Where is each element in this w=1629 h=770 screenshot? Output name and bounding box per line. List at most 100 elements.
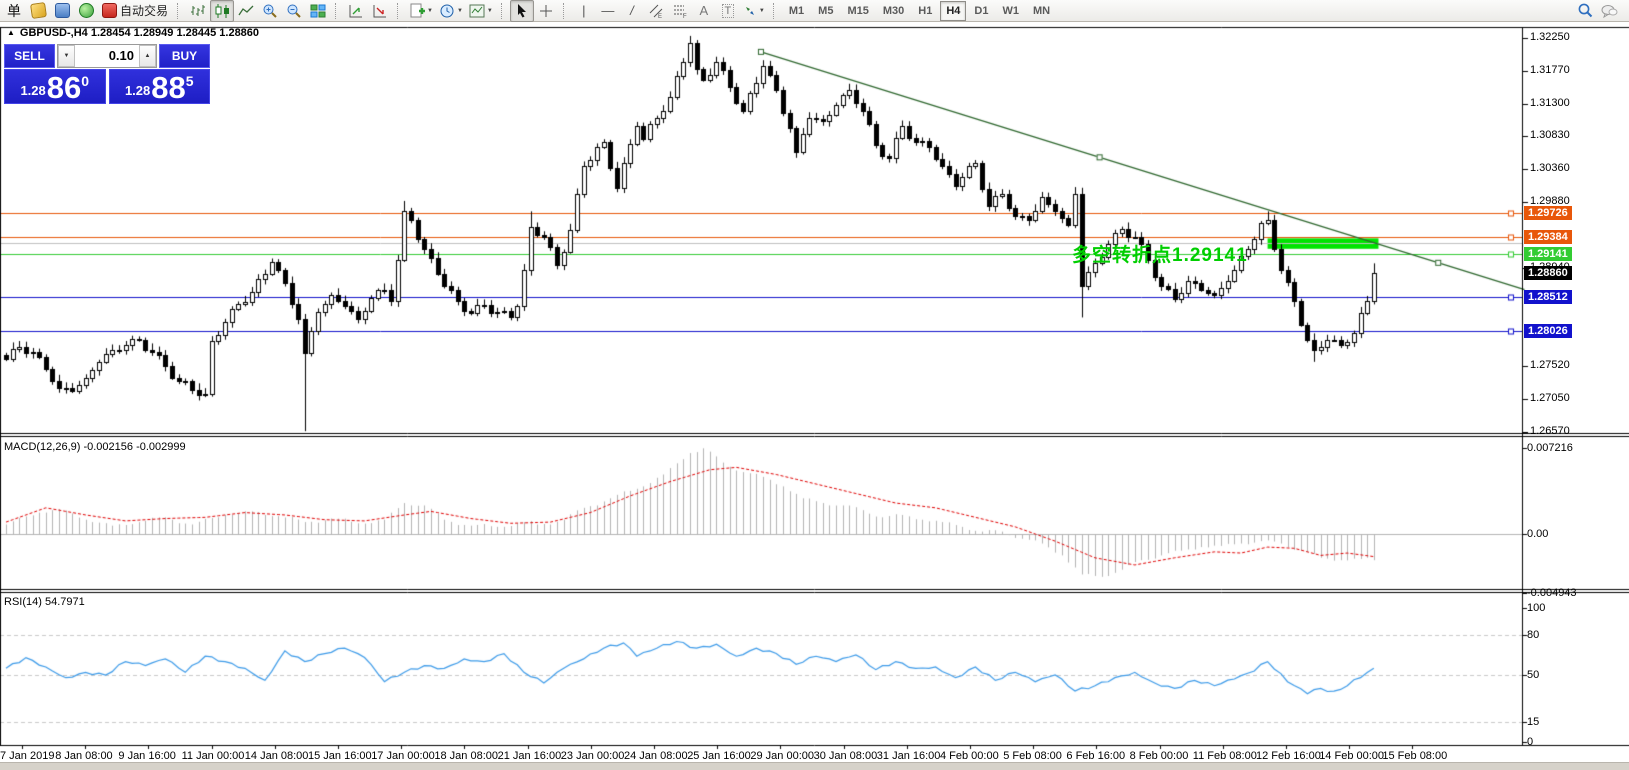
tab-timeframe-W1[interactable]: W1 <box>996 1 1025 21</box>
auto-trading-button[interactable]: 自动交易 <box>98 0 172 22</box>
period-button[interactable]: ▼ <box>436 0 466 22</box>
toolbar-separator <box>177 3 181 19</box>
volume-input[interactable]: 0.10 <box>75 45 139 67</box>
tab-timeframe-M1[interactable]: M1 <box>783 1 810 21</box>
price-line-badge: 1.28860 <box>1524 266 1572 280</box>
price-axis-tick: 1.26570 <box>1530 425 1570 437</box>
svg-text:E: E <box>658 14 662 19</box>
crosshair-icon[interactable] <box>534 0 558 22</box>
period-icon <box>439 3 455 19</box>
toolbar-separator <box>397 3 401 19</box>
rsi-label: RSI(14) 54.7971 <box>4 596 85 608</box>
price-axis-tick: 1.31300 <box>1530 97 1570 109</box>
rsi-axis-tick: 15 <box>1527 716 1539 728</box>
new-chart-button[interactable]: ▼ <box>406 0 436 22</box>
indicator-hide-icon[interactable] <box>368 0 392 22</box>
time-axis-label: 30 Jan 08:00 <box>814 750 878 762</box>
time-axis-label: 7 Jan 2019 <box>0 750 54 762</box>
chevron-down-icon: ▼ <box>487 8 493 14</box>
time-axis-label: 14 Jan 08:00 <box>245 750 309 762</box>
cursor-icon[interactable] <box>510 0 534 22</box>
time-axis-label: 31 Jan 16:00 <box>877 750 941 762</box>
time-axis-label: 25 Jan 16:00 <box>687 750 751 762</box>
toolbar: 单 自动交易 ▼ <box>0 0 1629 22</box>
tile-windows-icon[interactable] <box>306 0 330 22</box>
auto-trading-label: 自动交易 <box>120 2 168 19</box>
tab-timeframe-H1[interactable]: H1 <box>912 1 938 21</box>
chevron-down-icon: ▼ <box>427 8 433 14</box>
candles-chart-icon[interactable] <box>210 0 234 22</box>
line-chart-icon[interactable] <box>234 0 258 22</box>
tab-timeframe-D1[interactable]: D1 <box>968 1 994 21</box>
label-icon[interactable]: T <box>716 0 740 22</box>
toolbar-separator <box>773 3 777 19</box>
time-axis-label: 8 Jan 08:00 <box>55 750 113 762</box>
time-axis-label: 8 Feb 00:00 <box>1130 750 1189 762</box>
macd-label: MACD(12,26,9) -0.002156 -0.002999 <box>4 441 186 453</box>
buy-price[interactable]: 1.28 88 5 <box>109 69 211 104</box>
channel-icon[interactable]: E <box>644 0 668 22</box>
template-button[interactable]: ▼ <box>466 0 496 22</box>
sell-price-big: 86 <box>47 73 81 102</box>
macd-axis-tick: 0.007216 <box>1527 442 1573 454</box>
chat-icon[interactable] <box>1597 0 1621 22</box>
search-icon[interactable] <box>1573 0 1597 22</box>
trendline-icon[interactable]: / <box>620 0 644 22</box>
macd-axis-tick: -0.004943 <box>1527 587 1577 599</box>
indicator-show-icon[interactable] <box>344 0 368 22</box>
tab-timeframe-M5[interactable]: M5 <box>812 1 839 21</box>
chevron-down-icon: ▼ <box>759 8 765 14</box>
order-icon[interactable]: 单 <box>2 0 26 22</box>
time-axis-label: 12 Feb 16:00 <box>1256 750 1321 762</box>
rsi-axis-tick: 100 <box>1527 602 1545 614</box>
arrows-button[interactable]: ▼ <box>740 0 768 22</box>
time-axis-label: 6 Feb 16:00 <box>1066 750 1125 762</box>
tab-timeframe-M30[interactable]: M30 <box>877 1 910 21</box>
order-glyph: 单 <box>7 1 21 21</box>
buy-button[interactable]: BUY <box>159 44 210 68</box>
collapse-panel-icon[interactable]: ▲ <box>7 28 15 37</box>
vline-icon[interactable]: | <box>572 0 596 22</box>
text-icon[interactable]: A <box>692 0 716 22</box>
arrows-icon <box>743 4 757 18</box>
time-axis-label: 14 Feb 00:00 <box>1319 750 1384 762</box>
buy-price-pip: 5 <box>186 73 194 89</box>
chart-canvas[interactable] <box>0 0 1629 770</box>
hline-icon[interactable]: — <box>596 0 620 22</box>
time-axis-label: 5 Feb 08:00 <box>1003 750 1062 762</box>
tab-timeframe-MN[interactable]: MN <box>1027 1 1056 21</box>
price-line-badge: 1.28026 <box>1524 324 1572 338</box>
terminal-icon[interactable] <box>50 0 74 22</box>
volume-decrease-button[interactable]: ▼ <box>58 45 75 67</box>
zoom-out-icon[interactable] <box>282 0 306 22</box>
price-line-badge: 1.29726 <box>1524 206 1572 220</box>
toolbar-separator <box>563 3 567 19</box>
time-axis-label: 15 Feb 08:00 <box>1382 750 1447 762</box>
time-axis-label: 24 Jan 08:00 <box>624 750 688 762</box>
history-icon[interactable] <box>26 0 50 22</box>
price-axis-tick: 1.27050 <box>1530 392 1570 404</box>
time-axis-label: 29 Jan 00:00 <box>750 750 814 762</box>
sell-button[interactable]: SELL <box>4 44 55 68</box>
volume-increase-button[interactable]: ▲ <box>139 45 156 67</box>
price-axis-tick: 1.27520 <box>1530 359 1570 371</box>
sell-price[interactable]: 1.28 86 0 <box>4 69 106 104</box>
rsi-axis-tick: 50 <box>1527 669 1539 681</box>
tab-timeframe-H4[interactable]: H4 <box>940 1 966 21</box>
tab-timeframe-M15[interactable]: M15 <box>841 1 874 21</box>
chart-annotation-text: 多空转折点1.29141 <box>1072 240 1248 267</box>
zoom-in-icon[interactable] <box>258 0 282 22</box>
price-line-badge: 1.29384 <box>1524 230 1572 244</box>
template-icon <box>469 3 485 19</box>
time-axis-label: 21 Jan 16:00 <box>498 750 562 762</box>
time-axis-label: 17 Jan 00:00 <box>371 750 435 762</box>
fibonacci-icon[interactable]: F <box>668 0 692 22</box>
one-click-trading-panel: SELL ▼ 0.10 ▲ BUY 1.28 86 0 1.28 88 5 <box>4 44 210 104</box>
chart-title: GBPUSD-,H4 1.28454 1.28949 1.28445 1.288… <box>20 27 259 39</box>
toolbar-separator <box>335 3 339 19</box>
bars-chart-icon[interactable] <box>186 0 210 22</box>
signal-icon[interactable] <box>74 0 98 22</box>
time-axis-label: 23 Jan 00:00 <box>561 750 625 762</box>
price-axis-tick: 1.30830 <box>1530 129 1570 141</box>
price-line-badge: 1.28512 <box>1524 290 1572 304</box>
